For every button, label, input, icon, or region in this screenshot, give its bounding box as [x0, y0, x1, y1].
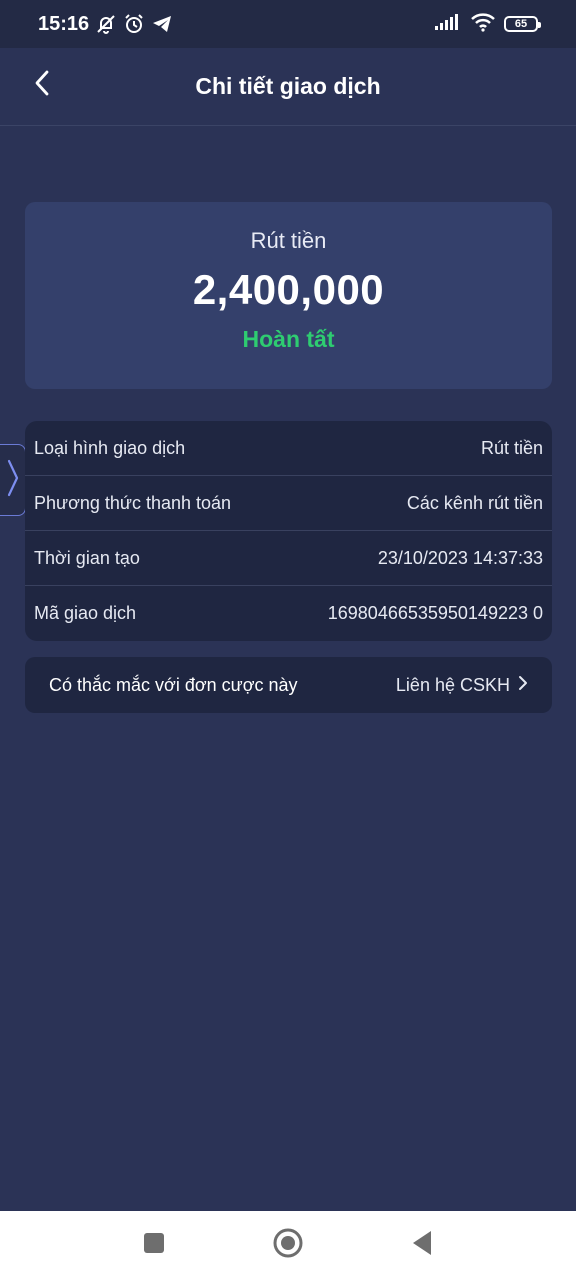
detail-label: Mã giao dịch: [34, 603, 137, 623]
back-icon: [411, 1230, 433, 1261]
detail-value: 16980466535950149223 0: [327, 603, 543, 623]
status-right: 65: [434, 12, 541, 37]
back-button[interactable]: [24, 67, 60, 103]
system-nav-bar: [0, 1211, 576, 1280]
status-left: 15:16: [38, 13, 173, 36]
detail-label: Thời gian tạo: [34, 547, 140, 568]
transaction-details: Loại hình giao dịch Rút tiền Phương thức…: [25, 421, 552, 641]
status-time: 15:16: [38, 12, 90, 35]
detail-row-type: Loại hình giao dịch Rút tiền: [25, 421, 552, 476]
detail-value: Rút tiền: [480, 437, 543, 458]
chevron-right-icon: [518, 675, 528, 696]
detail-row-created-time: Thời gian tạo 23/10/2023 14:37:33: [25, 531, 552, 586]
recent-apps-icon: [143, 1232, 165, 1259]
battery-icon: 65: [504, 16, 541, 32]
support-question: Có thắc mắc với đơn cược này: [49, 674, 298, 695]
transaction-summary-card: Rút tiền 2,400,000 Hoàn tất: [25, 202, 552, 389]
support-bar: Có thắc mắc với đơn cược này Liên hệ CSK…: [25, 657, 552, 713]
transaction-status: Hoàn tất: [242, 326, 335, 352]
detail-label: Loại hình giao dịch: [34, 437, 186, 458]
app-header: Chi tiết giao dịch: [0, 48, 576, 126]
contact-support-link[interactable]: Liên hệ CSKH: [396, 675, 528, 696]
mute-icon: [95, 13, 117, 35]
detail-value: Các kênh rút tiền: [406, 492, 543, 513]
transaction-type: Rút tiền: [250, 228, 327, 253]
alarm-icon: [123, 13, 145, 35]
side-drawer-toggle[interactable]: [0, 444, 26, 516]
wifi-icon: [470, 12, 496, 37]
status-bar: 15:16 65: [0, 0, 576, 48]
home-icon: [273, 1228, 303, 1263]
telegram-icon: [151, 13, 173, 35]
home-button[interactable]: [266, 1224, 310, 1268]
contact-support-label: Liên hệ CSKH: [395, 674, 510, 695]
detail-label: Phương thức thanh toán: [34, 492, 232, 513]
detail-row-payment-method: Phương thức thanh toán Các kênh rút tiền: [25, 476, 552, 531]
detail-row-transaction-id: Mã giao dịch 16980466535950149223 0: [25, 586, 552, 641]
signal-icon: [434, 13, 462, 36]
detail-value: 23/10/2023 14:37:33: [377, 547, 543, 568]
transaction-amount: 2,400,000: [192, 266, 385, 313]
recent-apps-button[interactable]: [132, 1224, 176, 1268]
page-title: Chi tiết giao dịch: [195, 73, 381, 99]
chevron-right-icon: [6, 458, 20, 503]
chevron-left-icon: [33, 70, 51, 101]
back-nav-button[interactable]: [400, 1224, 444, 1268]
